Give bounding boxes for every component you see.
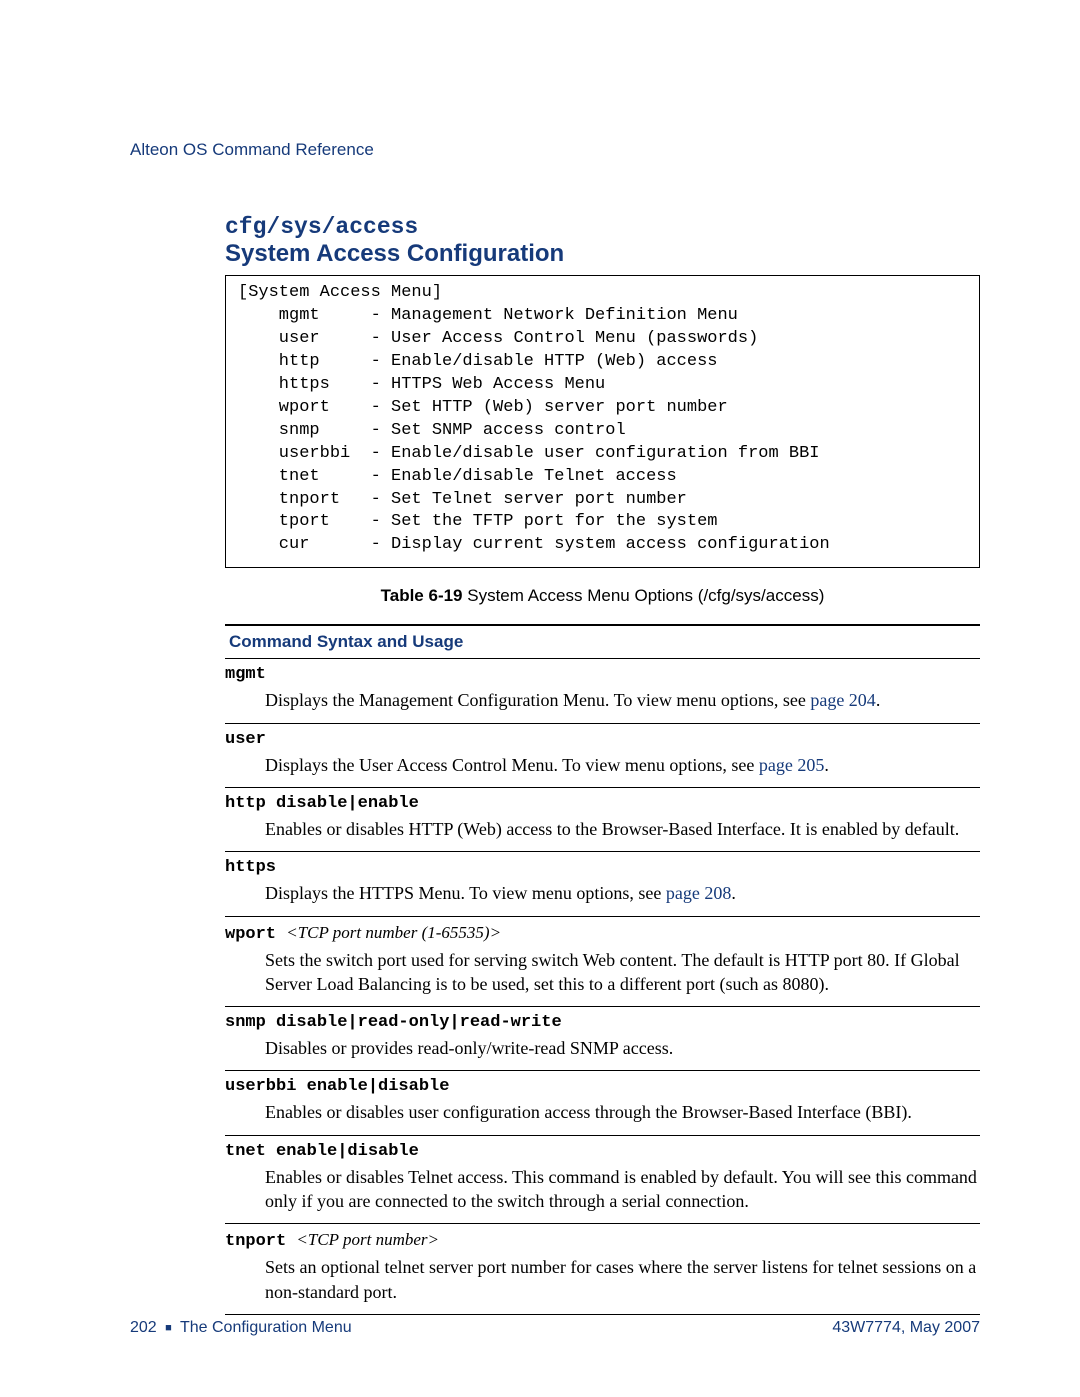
page-number: 202 [130, 1319, 157, 1336]
table-caption-text: System Access Menu Options (/cfg/sys/acc… [463, 586, 825, 605]
command-description: Disables or provides read-only/write-rea… [265, 1036, 980, 1060]
command-description: Displays the User Access Control Menu. T… [265, 753, 980, 777]
page-footer: 202 ■ The Configuration Menu 43W7774, Ma… [130, 1319, 980, 1337]
footer-square-icon: ■ [165, 1322, 172, 1334]
section-title: System Access Configuration [225, 240, 980, 269]
footer-chapter: The Configuration Menu [180, 1319, 352, 1336]
section-code-heading: cfg/sys/access [225, 215, 980, 240]
command-description: Enables or disables Telnet access. This … [265, 1165, 980, 1214]
footer-doc-id: 43W7774, May 2007 [832, 1319, 980, 1337]
command-syntax: userbbi enable|disable [225, 1077, 980, 1096]
command-entry: mgmt Displays the Management Configuratio… [225, 659, 980, 723]
section-heading: cfg/sys/access System Access Configurati… [225, 215, 980, 269]
table-caption: Table 6-19 System Access Menu Options (/… [225, 586, 980, 606]
command-entry: https Displays the HTTPS Menu. To view me… [225, 852, 980, 916]
page-link[interactable]: page 204 [810, 690, 875, 710]
command-description: Sets an optional telnet server port numb… [265, 1255, 980, 1304]
command-syntax: wport <TCP port number (1-65535)> [225, 923, 980, 944]
command-description: Sets the switch port used for serving sw… [265, 948, 980, 997]
command-description: Displays the Management Configuration Me… [265, 688, 980, 712]
page-link[interactable]: page 208 [666, 883, 731, 903]
command-syntax: tnport <TCP port number> [225, 1230, 980, 1251]
command-argument: <TCP port number> [296, 1230, 439, 1249]
column-header: Command Syntax and Usage [225, 624, 980, 659]
command-entry: snmp disable|read-only|read-write Disable… [225, 1007, 980, 1071]
command-entry: wport <TCP port number (1-65535)> Sets th… [225, 917, 980, 1008]
command-syntax: user [225, 730, 980, 749]
command-entry: tnport <TCP port number> Sets an optional… [225, 1224, 980, 1315]
running-head: Alteon OS Command Reference [130, 140, 980, 160]
command-entry: tnet enable|disable Enables or disables T… [225, 1136, 980, 1225]
command-entry: user Displays the User Access Control Men… [225, 724, 980, 788]
footer-left: 202 ■ The Configuration Menu [130, 1319, 352, 1337]
command-syntax: snmp disable|read-only|read-write [225, 1013, 980, 1032]
command-entries: mgmt Displays the Management Configuratio… [225, 659, 980, 1315]
command-description: Enables or disables user configuration a… [265, 1100, 980, 1124]
command-syntax: http disable|enable [225, 794, 980, 813]
command-description: Displays the HTTPS Menu. To view menu op… [265, 881, 980, 905]
command-entry: userbbi enable|disable Enables or disable… [225, 1071, 980, 1135]
command-syntax: mgmt [225, 665, 980, 684]
page-link[interactable]: page 205 [759, 755, 824, 775]
command-argument: <TCP port number (1-65535)> [286, 923, 501, 942]
system-access-menu-box: [System Access Menu] mgmt - Management N… [225, 275, 980, 568]
command-syntax: tnet enable|disable [225, 1142, 980, 1161]
command-entry: http disable|enable Enables or disables H… [225, 788, 980, 852]
table-label: Table 6-19 [381, 586, 463, 605]
command-syntax: https [225, 858, 980, 877]
document-page: Alteon OS Command Reference cfg/sys/acce… [0, 0, 1080, 1397]
command-description: Enables or disables HTTP (Web) access to… [265, 817, 980, 841]
